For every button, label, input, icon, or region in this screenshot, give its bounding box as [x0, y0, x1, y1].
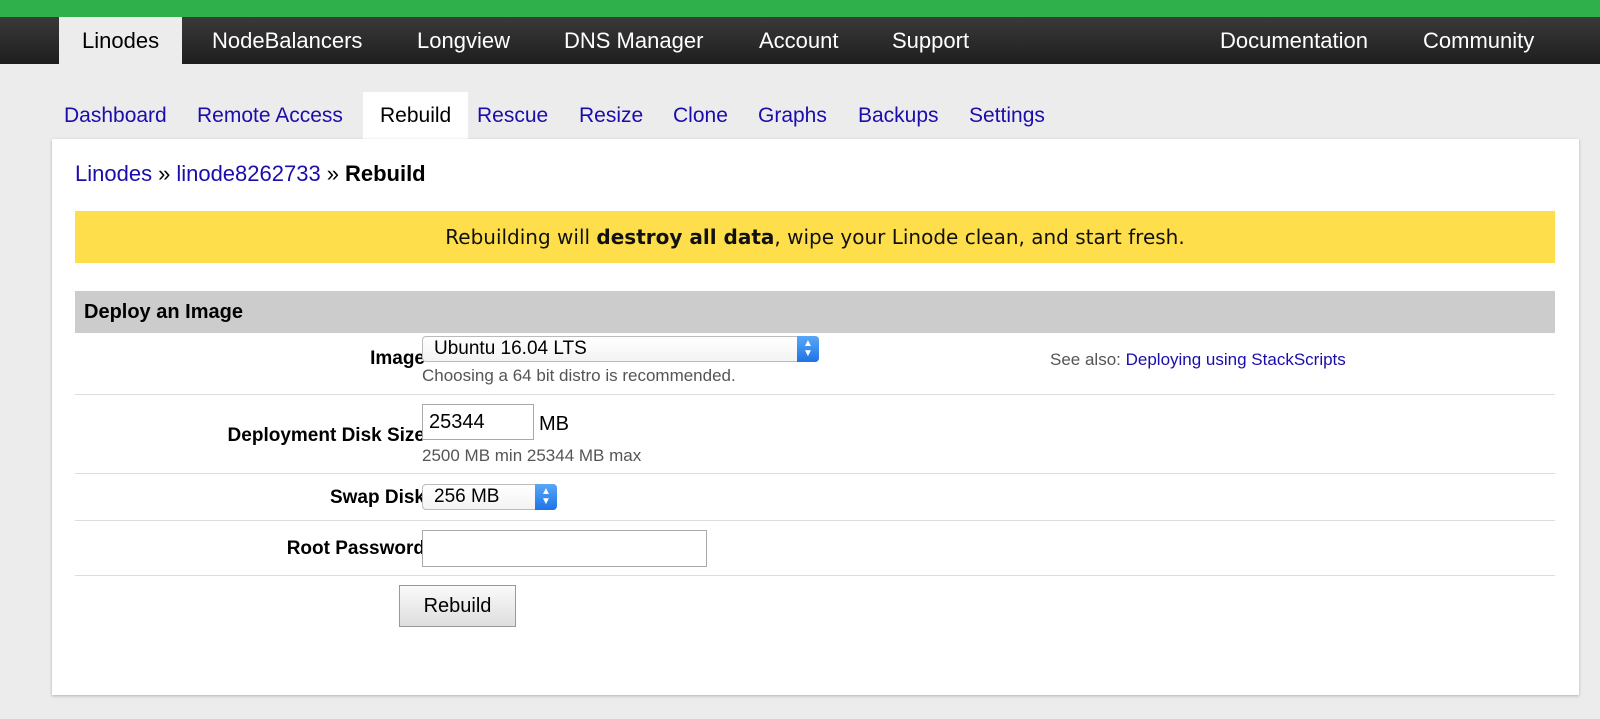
nav-linodes[interactable]: Linodes: [59, 17, 183, 64]
stackscripts-link[interactable]: Deploying using StackScripts: [1126, 350, 1346, 369]
root-password-label: Root Password: [286, 538, 425, 559]
image-select-value: Ubuntu 16.04 LTS: [434, 338, 587, 359]
breadcrumb: Linodes» linode8262733» Rebuild: [75, 161, 426, 187]
breadcrumb-current: Rebuild: [344, 161, 426, 186]
breadcrumb-linode-link[interactable]: linode8262733: [176, 161, 320, 186]
disk-size-label: Deployment Disk Size: [227, 425, 425, 446]
disk-size-row: Deployment Disk Size MB 2500 MB min 2534…: [75, 395, 1555, 474]
nav-account[interactable]: Account: [736, 17, 862, 64]
nav-community[interactable]: Community: [1400, 17, 1557, 64]
tab-rescue[interactable]: Rescue: [460, 92, 565, 140]
warning-text-start: Rebuilding will: [445, 225, 597, 249]
see-also-label: See also:: [1050, 350, 1126, 369]
tab-dashboard[interactable]: Dashboard: [47, 92, 184, 140]
warning-text-end: , wipe your Linode clean, and start fres…: [774, 225, 1185, 249]
nav-nodebalancers[interactable]: NodeBalancers: [189, 17, 385, 64]
warning-text-bold: destroy all data: [596, 225, 775, 249]
select-arrows-icon: ▲ ▼: [535, 484, 557, 510]
disk-size-hint: 2500 MB min 25344 MB max: [422, 446, 642, 465]
image-hint: Choosing a 64 bit distro is recommended.: [422, 366, 736, 385]
rebuild-button[interactable]: Rebuild: [399, 585, 516, 627]
swap-row: Swap Disk 256 MB ▲ ▼: [75, 474, 1555, 521]
nav-longview[interactable]: Longview: [394, 17, 533, 64]
disk-size-input[interactable]: [422, 404, 534, 440]
warning-banner: Rebuilding will destroy all data, wipe y…: [75, 211, 1555, 263]
nav-support[interactable]: Support: [869, 17, 992, 64]
swap-select[interactable]: 256 MB ▲ ▼: [422, 484, 557, 510]
root-password-input[interactable]: [422, 530, 707, 567]
image-label: Image: [370, 348, 425, 369]
nav-documentation[interactable]: Documentation: [1197, 17, 1391, 64]
rebuild-panel: Linodes» linode8262733» Rebuild Rebuilding…: [52, 139, 1579, 695]
select-arrows-icon: ▲ ▼: [797, 336, 819, 362]
image-select[interactable]: Ubuntu 16.04 LTS ▲ ▼: [422, 336, 819, 362]
section-title: Deploy an Image: [75, 291, 1555, 333]
disk-size-unit: MB: [539, 413, 569, 435]
nav-dns-manager[interactable]: DNS Manager: [541, 17, 726, 64]
tab-resize[interactable]: Resize: [562, 92, 660, 140]
tab-rebuild[interactable]: Rebuild: [363, 92, 469, 140]
tab-clone[interactable]: Clone: [656, 92, 745, 140]
root-password-row: Root Password: [75, 521, 1555, 576]
image-row: Image Ubuntu 16.04 LTS ▲ ▼ Choosing a 64 …: [75, 333, 1555, 395]
breadcrumb-separator: »: [158, 161, 171, 186]
see-also: See also: Deploying using StackScripts: [1050, 350, 1346, 370]
swap-select-value: 256 MB: [434, 486, 500, 507]
tab-remote-access[interactable]: Remote Access: [180, 92, 360, 140]
tab-backups[interactable]: Backups: [841, 92, 956, 140]
breadcrumb-linodes-link[interactable]: Linodes: [75, 161, 152, 186]
tab-graphs[interactable]: Graphs: [741, 92, 844, 140]
brand-bar: [0, 0, 1600, 17]
top-nav: Linodes NodeBalancers Longview DNS Manag…: [0, 17, 1600, 64]
breadcrumb-separator: »: [326, 161, 339, 186]
tab-settings[interactable]: Settings: [952, 92, 1062, 140]
swap-label: Swap Disk: [329, 487, 425, 508]
